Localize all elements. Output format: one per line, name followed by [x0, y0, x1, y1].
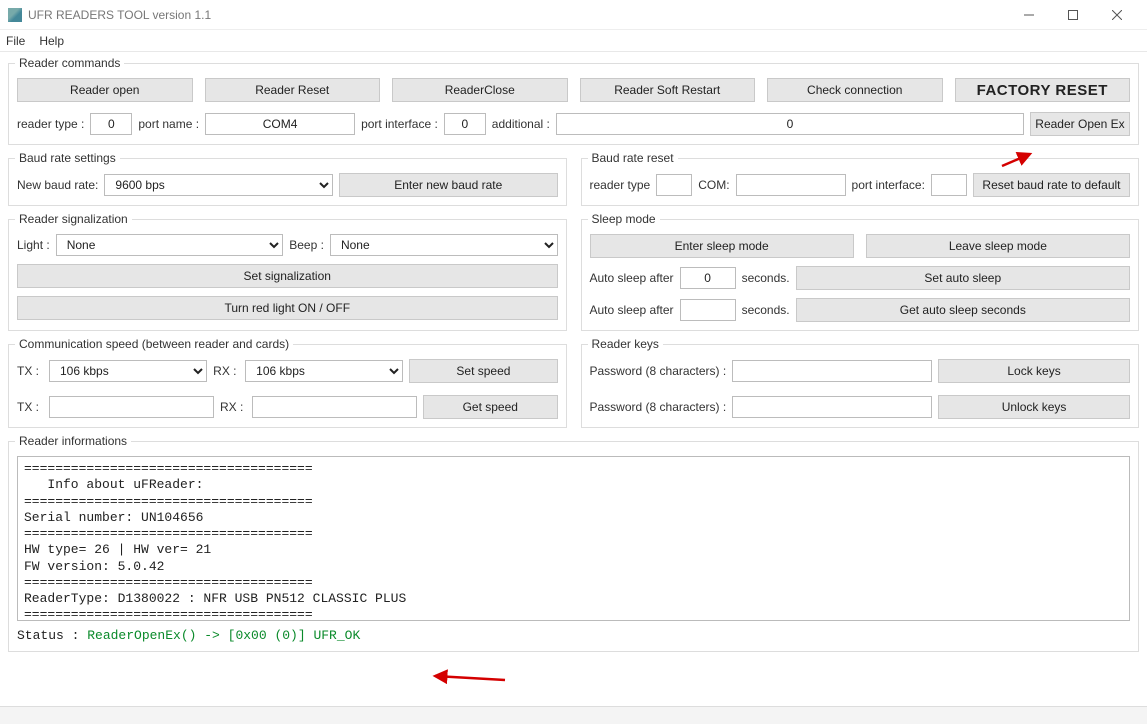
- get-speed-button[interactable]: Get speed: [423, 395, 558, 419]
- menu-help[interactable]: Help: [39, 34, 64, 48]
- port-interface-label: port interface :: [361, 117, 438, 131]
- enter-sleep-button[interactable]: Enter sleep mode: [590, 234, 854, 258]
- baud-reset-reader-type-input[interactable]: [656, 174, 692, 196]
- port-name-label: port name :: [138, 117, 199, 131]
- tx-select[interactable]: 106 kbps: [49, 360, 207, 382]
- reader-info-output[interactable]: [17, 456, 1130, 621]
- reader-commands-legend: Reader commands: [15, 56, 124, 70]
- sleep-mode-group: Sleep mode Enter sleep mode Leave sleep …: [581, 212, 1140, 331]
- reader-signalization-group: Reader signalization Light : None Beep :…: [8, 212, 567, 331]
- beep-label: Beep :: [289, 238, 324, 252]
- seconds-label-1: seconds.: [742, 271, 790, 285]
- reader-type-label: reader type :: [17, 117, 84, 131]
- menu-bar: File Help: [0, 30, 1147, 52]
- tx-read-input[interactable]: [49, 396, 214, 418]
- annotation-arrow-icon: [430, 670, 510, 689]
- new-baud-select[interactable]: 9600 bps: [104, 174, 333, 196]
- auto-sleep-get-input[interactable]: [680, 299, 736, 321]
- baud-reset-com-input[interactable]: [736, 174, 846, 196]
- baud-reset-port-interface-input[interactable]: [931, 174, 967, 196]
- reader-close-button[interactable]: ReaderClose: [392, 78, 568, 102]
- reader-open-button[interactable]: Reader open: [17, 78, 193, 102]
- rx-label: RX :: [213, 364, 239, 378]
- reader-commands-group: Reader commands Reader open Reader Reset…: [8, 56, 1139, 145]
- factory-reset-button[interactable]: FACTORY RESET: [955, 78, 1131, 102]
- app-icon: [8, 8, 22, 22]
- reader-reset-button[interactable]: Reader Reset: [205, 78, 381, 102]
- reader-keys-legend: Reader keys: [588, 337, 663, 351]
- reader-soft-restart-button[interactable]: Reader Soft Restart: [580, 78, 756, 102]
- enter-new-baud-button[interactable]: Enter new baud rate: [339, 173, 558, 197]
- baud-reset-port-interface-label: port interface:: [852, 178, 925, 192]
- status-bar: [0, 706, 1147, 724]
- baud-reset-com-label: COM:: [698, 178, 729, 192]
- status-line: Status : ReaderOpenEx() -> [0x00 (0)] UF…: [17, 624, 1130, 643]
- unlock-password-label: Password (8 characters) :: [590, 400, 727, 414]
- status-label: Status :: [17, 628, 87, 643]
- port-name-input[interactable]: [205, 113, 355, 135]
- reader-informations-group: Reader informations Status : ReaderOpenE…: [8, 434, 1139, 652]
- comm-speed-group: Communication speed (between reader and …: [8, 337, 567, 428]
- rx-read-input[interactable]: [252, 396, 417, 418]
- sleep-legend: Sleep mode: [588, 212, 660, 226]
- reader-open-ex-button[interactable]: Reader Open Ex: [1030, 112, 1130, 136]
- comm-speed-legend: Communication speed (between reader and …: [15, 337, 293, 351]
- new-baud-label: New baud rate:: [17, 178, 98, 192]
- check-connection-button[interactable]: Check connection: [767, 78, 943, 102]
- reader-info-legend: Reader informations: [15, 434, 131, 448]
- additional-input[interactable]: [556, 113, 1024, 135]
- rx-read-label: RX :: [220, 400, 246, 414]
- leave-sleep-button[interactable]: Leave sleep mode: [866, 234, 1130, 258]
- beep-select[interactable]: None: [330, 234, 558, 256]
- light-select[interactable]: None: [56, 234, 284, 256]
- unlock-keys-button[interactable]: Unlock keys: [938, 395, 1130, 419]
- baud-reset-legend: Baud rate reset: [588, 151, 678, 165]
- rx-select[interactable]: 106 kbps: [245, 360, 403, 382]
- maximize-button[interactable]: [1051, 2, 1095, 28]
- minimize-button[interactable]: [1007, 2, 1051, 28]
- unlock-password-input[interactable]: [732, 396, 932, 418]
- reader-type-input[interactable]: [90, 113, 132, 135]
- signalization-legend: Reader signalization: [15, 212, 132, 226]
- tx-label: TX :: [17, 364, 43, 378]
- baud-settings-legend: Baud rate settings: [15, 151, 120, 165]
- tx-read-label: TX :: [17, 400, 43, 414]
- reader-keys-group: Reader keys Password (8 characters) : Lo…: [581, 337, 1140, 428]
- set-auto-sleep-button[interactable]: Set auto sleep: [796, 266, 1130, 290]
- set-signalization-button[interactable]: Set signalization: [17, 264, 558, 288]
- seconds-label-2: seconds.: [742, 303, 790, 317]
- auto-sleep-after-label-1: Auto sleep after: [590, 271, 674, 285]
- lock-password-input[interactable]: [732, 360, 932, 382]
- menu-file[interactable]: File: [6, 34, 25, 48]
- get-auto-sleep-button[interactable]: Get auto sleep seconds: [796, 298, 1130, 322]
- window-title: UFR READERS TOOL version 1.1: [28, 8, 1007, 22]
- reset-baud-default-button[interactable]: Reset baud rate to default: [973, 173, 1130, 197]
- baud-rate-settings-group: Baud rate settings New baud rate: 9600 b…: [8, 151, 567, 206]
- additional-label: additional :: [492, 117, 550, 131]
- port-interface-input[interactable]: [444, 113, 486, 135]
- baud-reset-reader-type-label: reader type: [590, 178, 651, 192]
- auto-sleep-set-input[interactable]: [680, 267, 736, 289]
- turn-red-light-button[interactable]: Turn red light ON / OFF: [17, 296, 558, 320]
- title-bar: UFR READERS TOOL version 1.1: [0, 0, 1147, 30]
- lock-password-label: Password (8 characters) :: [590, 364, 727, 378]
- auto-sleep-after-label-2: Auto sleep after: [590, 303, 674, 317]
- set-speed-button[interactable]: Set speed: [409, 359, 557, 383]
- lock-keys-button[interactable]: Lock keys: [938, 359, 1130, 383]
- status-value: ReaderOpenEx() -> [0x00 (0)] UFR_OK: [87, 628, 360, 643]
- close-button[interactable]: [1095, 2, 1139, 28]
- light-label: Light :: [17, 238, 50, 252]
- baud-rate-reset-group: Baud rate reset reader type COM: port in…: [581, 151, 1140, 206]
